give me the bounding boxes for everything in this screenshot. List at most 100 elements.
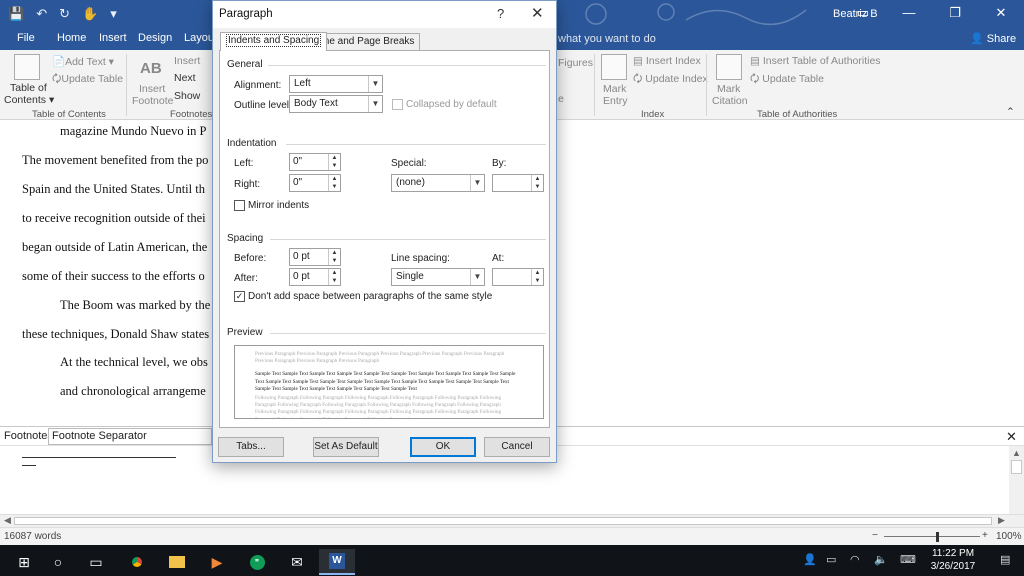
- scroll-thumb[interactable]: [1011, 460, 1022, 474]
- tabs-button[interactable]: Tabs...: [218, 437, 284, 457]
- cross-reference-label[interactable]: e: [558, 93, 564, 105]
- tab-insert[interactable]: Insert: [99, 32, 127, 44]
- action-center-icon[interactable]: ▤: [1000, 553, 1010, 566]
- insert-footnote-label-1[interactable]: Insert: [139, 83, 165, 95]
- ribbon-display-icon[interactable]: ▭: [840, 0, 886, 26]
- scroll-left-icon[interactable]: ◀: [4, 515, 11, 526]
- spin-down-icon[interactable]: ▼: [329, 257, 340, 265]
- right-indent-input[interactable]: 0" ▲ ▼: [289, 174, 341, 192]
- zoom-knob[interactable]: [936, 532, 939, 542]
- update-index-button[interactable]: 🗘 Update Index: [633, 71, 708, 89]
- spin-up-icon[interactable]: ▲: [329, 154, 340, 162]
- restore-button[interactable]: ❐: [932, 0, 978, 26]
- insert-index-button[interactable]: ▤ Insert Index: [633, 55, 701, 67]
- spin-up-icon[interactable]: ▲: [329, 269, 340, 277]
- spacing-after-spinner[interactable]: ▲ ▼: [328, 269, 340, 285]
- close-window-button[interactable]: ✕: [978, 0, 1024, 26]
- spin-down-icon[interactable]: ▼: [329, 183, 340, 191]
- scroll-right-icon[interactable]: ▶: [998, 515, 1005, 526]
- close-footnotes-icon[interactable]: ✕: [1006, 429, 1017, 445]
- insert-footnote-label-2[interactable]: Footnote: [132, 95, 173, 107]
- cancel-button[interactable]: Cancel: [484, 437, 550, 457]
- wifi-icon[interactable]: ◠: [850, 553, 860, 566]
- spin-up-icon[interactable]: ▲: [532, 269, 543, 277]
- spin-up-icon[interactable]: ▲: [329, 249, 340, 257]
- word-count[interactable]: 16087 words: [4, 531, 61, 542]
- toc-label-2[interactable]: Contents ▾: [4, 94, 54, 106]
- toc-label-1[interactable]: Table of: [10, 82, 47, 94]
- volume-icon[interactable]: 🔈: [874, 553, 888, 566]
- battery-icon[interactable]: ▭: [826, 553, 836, 566]
- spin-down-icon[interactable]: ▼: [329, 277, 340, 285]
- insert-endnote-button[interactable]: Insert: [174, 55, 200, 67]
- spin-down-icon[interactable]: ▼: [329, 162, 340, 170]
- spacing-before-input[interactable]: 0 pt ▲ ▼: [289, 248, 341, 266]
- footnotes-vertical-scrollbar[interactable]: ▲: [1009, 446, 1024, 514]
- spacing-before-spinner[interactable]: ▲ ▼: [328, 249, 340, 265]
- left-indent-spinner[interactable]: ▲ ▼: [328, 154, 340, 170]
- at-input[interactable]: ▲ ▼: [492, 268, 544, 286]
- people-icon[interactable]: 👤: [803, 553, 817, 566]
- mark-entry-label-2[interactable]: Entry: [603, 95, 628, 107]
- by-spinner[interactable]: ▲ ▼: [531, 175, 543, 191]
- set-as-default-button[interactable]: Set As Default: [313, 437, 379, 457]
- task-view-icon[interactable]: ▭: [78, 549, 114, 575]
- table-of-figures-label[interactable]: Figures: [558, 57, 593, 69]
- mark-citation-icon[interactable]: [716, 54, 742, 80]
- help-button[interactable]: ?: [497, 6, 504, 21]
- left-indent-input[interactable]: 0" ▲ ▼: [289, 153, 341, 171]
- mirror-indents-checkbox[interactable]: [234, 200, 245, 211]
- dialog-title-bar[interactable]: Paragraph ? ✕: [213, 1, 556, 28]
- minimize-button[interactable]: —: [886, 0, 932, 26]
- spacing-after-input[interactable]: 0 pt ▲ ▼: [289, 268, 341, 286]
- spin-down-icon[interactable]: ▼: [532, 183, 543, 191]
- word-taskbar-icon[interactable]: W: [319, 549, 355, 575]
- start-windows-icon[interactable]: ⊞: [6, 549, 42, 575]
- scroll-thumb[interactable]: [14, 517, 992, 525]
- spin-up-icon[interactable]: ▲: [329, 175, 340, 183]
- footnote-type-select[interactable]: Footnote Separator: [48, 428, 212, 445]
- spin-down-icon[interactable]: ▼: [532, 277, 543, 285]
- zoom-level[interactable]: 100%: [996, 531, 1022, 542]
- zoom-slider[interactable]: − +: [872, 530, 992, 544]
- special-indent-select[interactable]: (none) ▼: [391, 174, 485, 192]
- dont-add-space-checkbox[interactable]: ✓: [234, 291, 245, 302]
- tab-home[interactable]: Home: [57, 32, 86, 44]
- collapse-ribbon-icon[interactable]: ⌃: [1006, 106, 1015, 118]
- dialog-close-button[interactable]: ✕: [531, 4, 544, 22]
- show-notes-button[interactable]: Show: [174, 90, 200, 102]
- mark-citation-label-1[interactable]: Mark: [717, 83, 740, 95]
- zoom-out-icon[interactable]: −: [872, 530, 878, 541]
- undo-icon[interactable]: ↶: [36, 6, 47, 22]
- hangouts-icon[interactable]: ❞: [239, 549, 275, 575]
- touch-mode-icon[interactable]: ✋: [82, 6, 98, 22]
- mark-entry-label-1[interactable]: Mark: [603, 83, 626, 95]
- share-button[interactable]: 👤 Share: [970, 32, 1016, 45]
- media-player-icon[interactable]: ▶: [199, 549, 235, 575]
- mark-citation-label-2[interactable]: Citation: [712, 95, 748, 107]
- scroll-up-icon[interactable]: ▲: [1012, 448, 1021, 458]
- taskbar-clock[interactable]: 11:22 PM 3/26/2017: [922, 547, 984, 573]
- tell-me-search[interactable]: what you want to do: [558, 33, 656, 45]
- tab-indents-and-spacing[interactable]: Indents and Spacing: [220, 32, 328, 51]
- ok-button[interactable]: OK: [410, 437, 476, 457]
- table-of-contents-icon[interactable]: [14, 54, 40, 80]
- mark-entry-icon[interactable]: [601, 54, 627, 80]
- collapsed-by-default-checkbox[interactable]: [392, 99, 403, 110]
- update-toa-button[interactable]: 🗘 Update Table: [750, 71, 824, 89]
- cortana-search-icon[interactable]: ○: [40, 549, 76, 575]
- alignment-select[interactable]: Left ▼: [289, 75, 383, 93]
- right-indent-spinner[interactable]: ▲ ▼: [328, 175, 340, 191]
- redo-icon[interactable]: ↻: [59, 6, 70, 22]
- update-table-button[interactable]: 🗘Update Table: [52, 71, 123, 89]
- outline-level-select[interactable]: Body Text ▼: [289, 95, 383, 113]
- horizontal-scrollbar[interactable]: ◀ ▶: [0, 514, 1024, 527]
- by-input[interactable]: ▲ ▼: [492, 174, 544, 192]
- save-icon[interactable]: 💾: [8, 6, 24, 22]
- line-spacing-select[interactable]: Single ▼: [391, 268, 485, 286]
- zoom-in-icon[interactable]: +: [982, 530, 988, 541]
- at-spinner[interactable]: ▲ ▼: [531, 269, 543, 285]
- insert-footnote-icon[interactable]: AB: [140, 60, 162, 77]
- keyboard-icon[interactable]: ⌨: [900, 553, 916, 566]
- customize-qat-icon[interactable]: ▾: [110, 6, 117, 22]
